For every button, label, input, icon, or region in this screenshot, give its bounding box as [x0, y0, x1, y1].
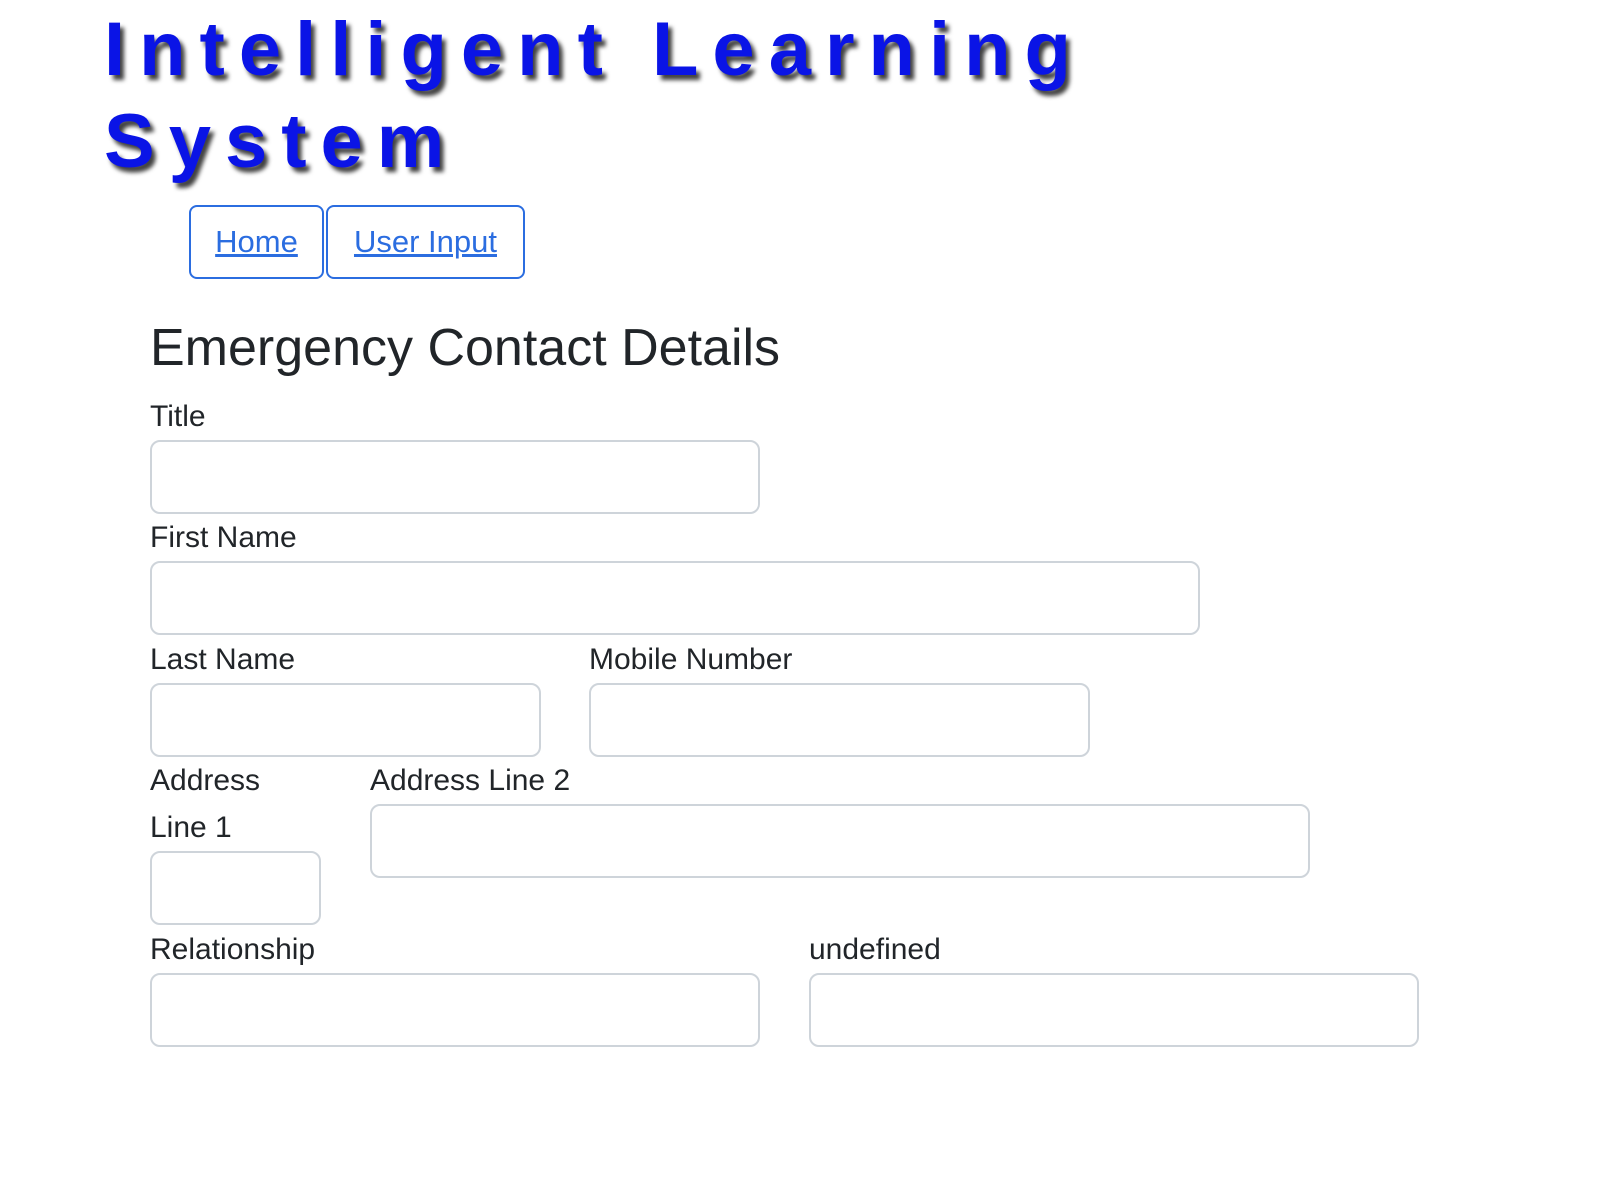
- relationship-label: Relationship: [150, 933, 316, 966]
- nav-home-link[interactable]: Home: [189, 205, 324, 279]
- undefined-input[interactable]: [809, 973, 1419, 1047]
- last-name-label: Last Name: [150, 643, 296, 676]
- undefined-label: undefined: [809, 933, 941, 966]
- first-name-input[interactable]: [150, 561, 1200, 635]
- nav-user-input-link[interactable]: User Input: [326, 205, 525, 279]
- main-nav: Home User Input: [189, 205, 525, 279]
- app-title: Intelligent Learning System: [104, 7, 1085, 184]
- last-name-input[interactable]: [150, 683, 541, 757]
- address-line1-label-continued: Line 1: [150, 811, 232, 844]
- address-line2-input[interactable]: [370, 804, 1310, 878]
- first-name-label: First Name: [150, 521, 297, 554]
- address-line1-input[interactable]: [150, 851, 321, 925]
- title-label: Title: [150, 400, 206, 433]
- mobile-number-label: Mobile Number: [589, 643, 793, 676]
- title-input[interactable]: [150, 440, 760, 514]
- page-title: Emergency Contact Details: [150, 319, 781, 377]
- relationship-input[interactable]: [150, 973, 760, 1047]
- mobile-number-input[interactable]: [589, 683, 1090, 757]
- address-line1-label: Address: [150, 764, 261, 797]
- address-line2-label: Address Line 2: [370, 764, 571, 797]
